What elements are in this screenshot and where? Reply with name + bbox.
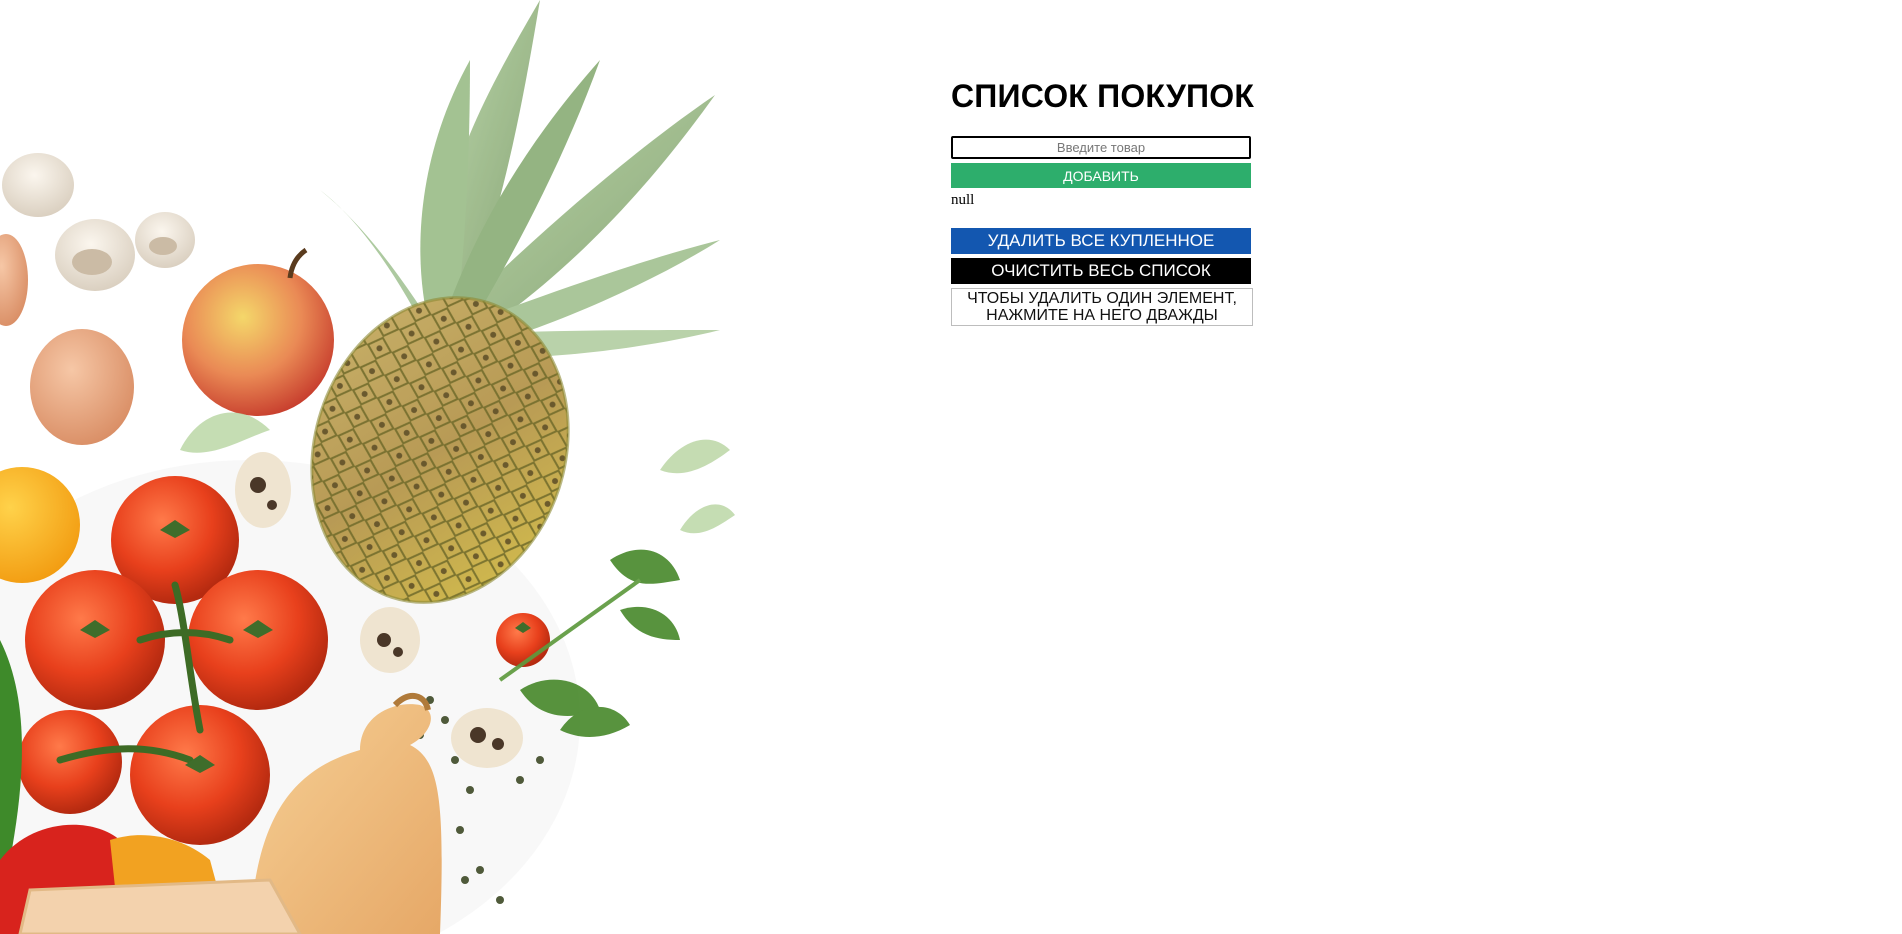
apple xyxy=(182,247,334,416)
produce-illustration xyxy=(0,0,735,934)
add-button[interactable]: ДОБАВИТЬ xyxy=(951,163,1251,188)
paper-bag xyxy=(18,878,302,934)
pineapple-crown xyxy=(320,0,720,359)
shopping-list-app: СПИСОК ПОКУПОК ДОБАВИТЬ null УДАЛИТЬ ВСЕ… xyxy=(951,76,1255,326)
double-click-hint: ЧТОБЫ УДАЛИТЬ ОДИН ЭЛЕМЕНТ, НАЖМИТЕ НА Н… xyxy=(951,288,1253,326)
mushrooms xyxy=(2,153,195,291)
remove-bought-button[interactable]: УДАЛИТЬ ВСЕ КУПЛЕННОЕ xyxy=(951,228,1251,254)
item-input[interactable] xyxy=(951,136,1251,159)
page: СПИСОК ПОКУПОК ДОБАВИТЬ null УДАЛИТЬ ВСЕ… xyxy=(0,0,1902,934)
egg xyxy=(30,329,134,445)
clear-list-button[interactable]: ОЧИСТИТЬ ВЕСЬ СПИСОК xyxy=(951,258,1251,284)
shopping-list-output: null xyxy=(951,192,975,208)
page-title: СПИСОК ПОКУПОК xyxy=(951,78,1255,114)
